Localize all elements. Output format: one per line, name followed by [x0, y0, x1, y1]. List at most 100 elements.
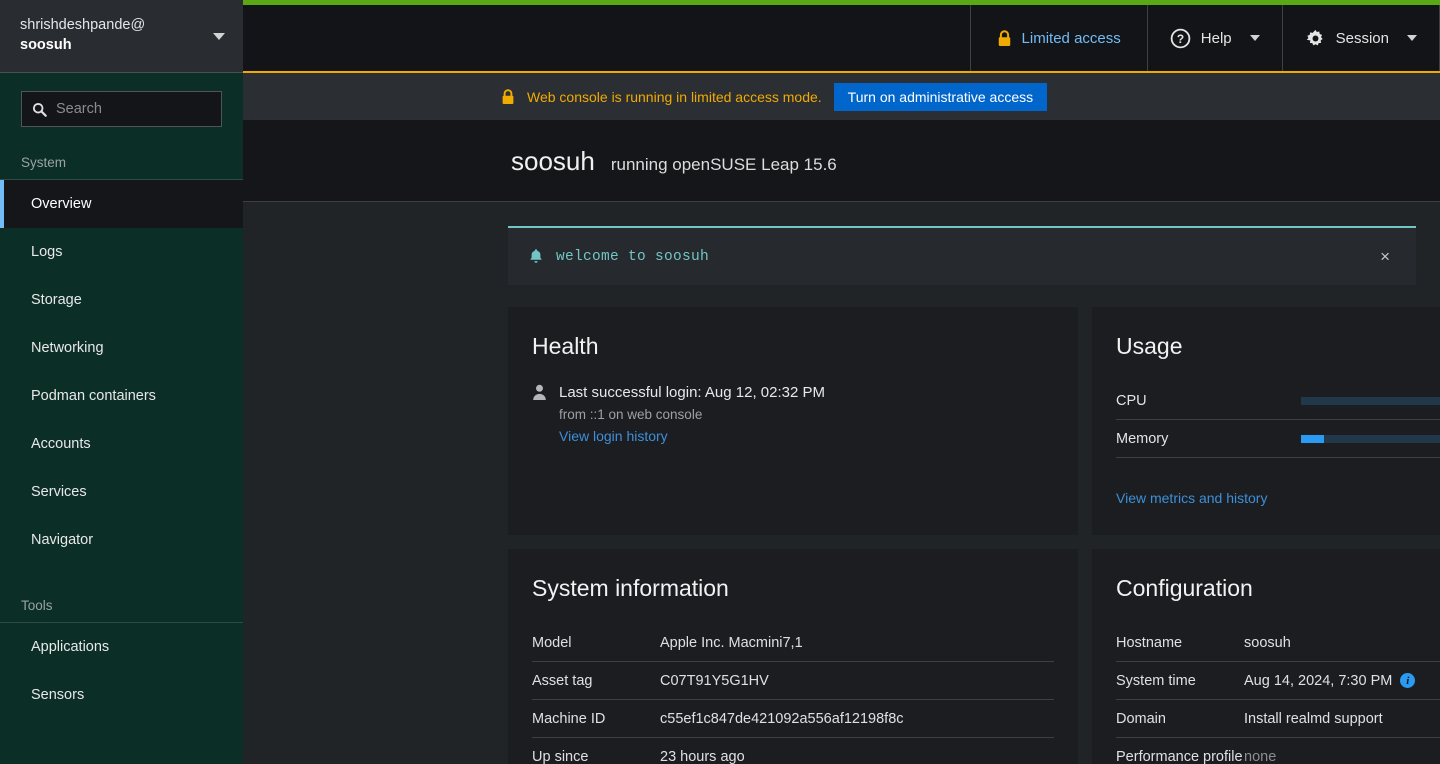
- limited-access-banner: Web console is running in limited access…: [243, 73, 1440, 120]
- help-icon: ?: [1170, 28, 1191, 48]
- limited-access-label: Limited access: [1021, 29, 1121, 47]
- search-container: [0, 73, 243, 127]
- info-value: none: [1244, 748, 1277, 764]
- turn-on-administrative-access-button[interactable]: Turn on administrative access: [833, 82, 1048, 111]
- usage-bar-cell: [1301, 434, 1440, 443]
- last-login-text: Last successful login: Aug 12, 02:32 PM …: [559, 382, 825, 446]
- limited-access-button[interactable]: Limited access: [969, 5, 1147, 71]
- cpu-progress-bar: [1301, 396, 1440, 405]
- view-metrics-and-history-link[interactable]: View metrics and history: [1116, 490, 1267, 506]
- lock-icon: [998, 29, 1010, 46]
- info-value: 23 hours ago: [660, 748, 745, 764]
- welcome-alert: welcome to soosuh ×: [508, 226, 1416, 285]
- sidebar-item-label: Navigator: [31, 532, 94, 548]
- info-value[interactable]: Install realmd support: [1244, 711, 1383, 727]
- memory-progress-fill: [1301, 434, 1324, 443]
- memory-progress-bar: [1301, 434, 1440, 443]
- table-row: Domain Install realmd support: [1116, 700, 1440, 738]
- sidebar-item-networking[interactable]: Networking: [0, 324, 243, 372]
- limited-access-message: Web console is running in limited access…: [527, 88, 822, 105]
- last-login-row: Last successful login: Aug 12, 02:32 PM …: [532, 382, 1054, 446]
- sidebar-item-accounts[interactable]: Accounts: [0, 420, 243, 468]
- sidebar: shrishdeshpande@ soosuh System Overview …: [0, 0, 243, 764]
- configuration-card: Configuration Hostname soosuh System tim…: [1092, 549, 1440, 764]
- usage-card-title: Usage: [1116, 333, 1183, 359]
- lock-icon: [502, 88, 514, 104]
- page-subtitle: running openSUSE Leap 15.6: [610, 155, 837, 174]
- chevron-down-icon: [1407, 35, 1417, 41]
- usage-row-cpu: CPU 0% of 4 CPUs: [1116, 382, 1440, 420]
- chevron-down-icon: [1249, 35, 1260, 41]
- info-key: Up since: [532, 748, 589, 764]
- usage-label: CPU: [1116, 392, 1147, 409]
- sidebar-item-sensors[interactable]: Sensors: [0, 671, 243, 719]
- gear-icon: [1306, 29, 1323, 45]
- chevron-down-icon: [213, 32, 225, 40]
- nav-group-label-tools: Tools: [21, 598, 53, 613]
- usage-card: Usage CPU 0% of 4 CPUs Memory: [1092, 307, 1440, 535]
- info-key: Performance profile: [1116, 748, 1243, 764]
- configuration-card-title: Configuration: [1116, 575, 1253, 601]
- sidebar-item-storage[interactable]: Storage: [0, 276, 243, 324]
- help-menu-button[interactable]: ? Help: [1146, 5, 1282, 71]
- usage-label: Memory: [1116, 430, 1169, 447]
- sidebar-item-label: Podman containers: [31, 388, 156, 404]
- table-row: Performance profile none: [1116, 738, 1440, 764]
- sidebar-item-podman-containers[interactable]: Podman containers: [0, 372, 243, 420]
- table-row: Hostname soosuh: [1116, 624, 1440, 662]
- info-key: Domain: [1116, 710, 1166, 727]
- nav-group-label-system: System: [21, 155, 67, 170]
- sidebar-item-label: Accounts: [31, 436, 91, 452]
- sidebar-item-navigator[interactable]: Navigator: [0, 516, 243, 564]
- session-menu-button[interactable]: Session: [1281, 5, 1439, 71]
- sidebar-item-label: Networking: [31, 340, 104, 356]
- sidebar-item-services[interactable]: Services: [0, 468, 243, 516]
- sidebar-item-logs[interactable]: Logs: [0, 228, 243, 276]
- table-row: Model Apple Inc. Macmini7,1: [532, 624, 1054, 662]
- last-login-value: Last successful login: Aug 12, 02:32 PM: [559, 384, 825, 401]
- sidebar-item-label: Storage: [31, 292, 82, 308]
- info-icon[interactable]: i: [1400, 673, 1416, 688]
- info-key: Model: [532, 634, 572, 651]
- user-icon: [532, 382, 547, 446]
- overview-content: welcome to soosuh × Health Last successf…: [243, 202, 1440, 764]
- login-source: from ::1 on web console: [559, 406, 703, 422]
- session-label: Session: [1335, 29, 1389, 47]
- table-row: Up since 23 hours ago: [532, 738, 1054, 764]
- search-input[interactable]: [56, 101, 243, 117]
- user-switcher-names: shrishdeshpande@ soosuh: [20, 16, 207, 55]
- cockpit-console: shrishdeshpande@ soosuh System Overview …: [0, 0, 1440, 764]
- sidebar-item-label: Logs: [31, 244, 63, 260]
- info-value-wrap: Aug 14, 2024, 7:30 PM i: [1244, 673, 1416, 689]
- search-icon: [32, 102, 47, 117]
- sidebar-nav: System Overview Logs Storage Networking …: [0, 149, 243, 719]
- sidebar-item-overview[interactable]: Overview: [0, 180, 243, 228]
- view-login-history-link[interactable]: View login history: [559, 428, 668, 444]
- info-value: soosuh: [1244, 634, 1291, 651]
- info-key: Hostname: [1116, 634, 1183, 651]
- usage-footer: View metrics and history: [1116, 484, 1440, 508]
- sidebar-item-label: Sensors: [31, 687, 85, 703]
- user-switcher[interactable]: shrishdeshpande@ soosuh: [0, 0, 243, 73]
- alert-body: welcome to soosuh: [528, 248, 1374, 265]
- user-account: shrishdeshpande@: [20, 17, 146, 34]
- sidebar-item-applications[interactable]: Applications: [0, 623, 243, 671]
- main-area: Limited access ? Help Session Web consol…: [243, 0, 1440, 764]
- bell-icon: [530, 249, 542, 263]
- alert-message: welcome to soosuh: [556, 248, 710, 265]
- health-card-title: Health: [532, 333, 599, 359]
- info-value: Apple Inc. Macmini7,1: [660, 634, 803, 651]
- table-row: Machine ID c55ef1c847de421092a556af12198…: [532, 700, 1054, 738]
- system-information-card-title: System information: [532, 575, 729, 601]
- info-key: Machine ID: [532, 710, 606, 727]
- system-information-card: System information Model Apple Inc. Macm…: [508, 549, 1078, 764]
- info-key: System time: [1116, 672, 1196, 689]
- table-row: System time Aug 14, 2024, 7:30 PM i: [1116, 662, 1440, 700]
- search-box[interactable]: [21, 91, 243, 127]
- top-header: Limited access ? Help Session: [243, 0, 1440, 73]
- close-icon[interactable]: ×: [1374, 244, 1396, 269]
- health-card: Health Last successful login: Aug 12, 02…: [508, 307, 1078, 535]
- page-title: soosuh: [511, 146, 595, 176]
- usage-bar-cell: [1301, 396, 1440, 405]
